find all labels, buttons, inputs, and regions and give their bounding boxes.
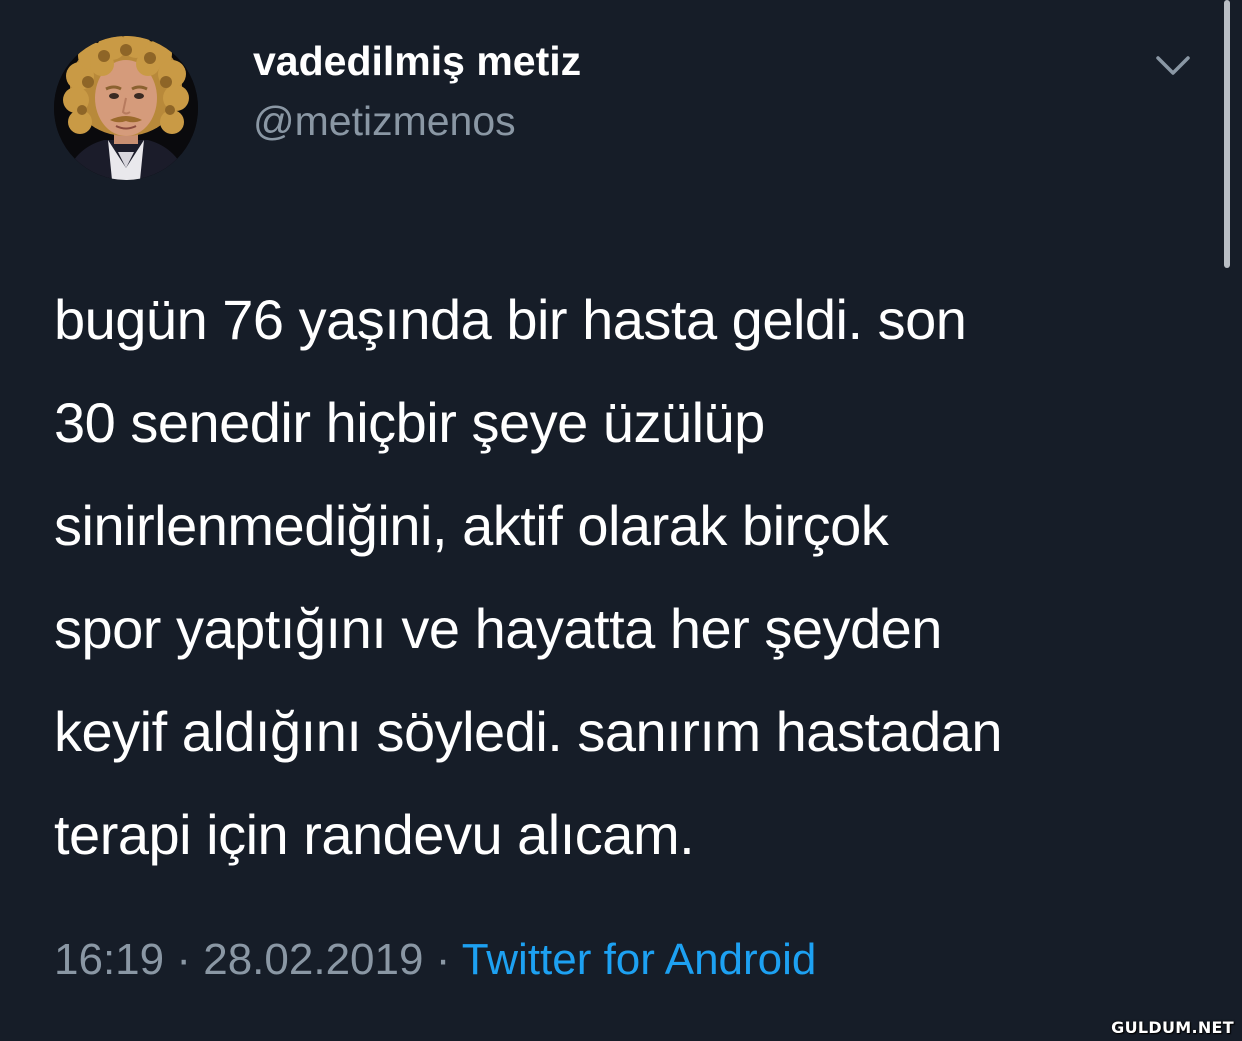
meta-separator: · <box>435 935 451 984</box>
tweet-card: vadedilmiş metiz @metizmenos bugün 76 ya… <box>0 0 1242 1041</box>
tweet-text-line: keyif aldığını söyledi. sanırım hastadan <box>54 700 1003 763</box>
tweet-text-line: terapi için randevu alıcam. <box>54 803 695 866</box>
tweet-metadata: 16:19 · 28.02.2019 · Twitter for Android <box>54 935 816 985</box>
meta-separator: · <box>176 935 191 984</box>
tweet-text-line: sinirlenmediğini, aktif olarak birçok <box>54 494 889 557</box>
user-handle[interactable]: @metizmenos <box>253 98 516 145</box>
tweet-source-link[interactable]: Twitter for Android <box>462 935 817 984</box>
avatar[interactable] <box>54 36 198 180</box>
watermark: GULDUM.NET <box>1111 1018 1234 1037</box>
display-name[interactable]: vadedilmiş metiz <box>253 38 581 85</box>
chevron-down-icon[interactable] <box>1150 50 1196 82</box>
tweet-date: 28.02.2019 <box>203 935 424 984</box>
tweet-time: 16:19 <box>54 935 165 984</box>
scrollbar[interactable] <box>1224 0 1230 268</box>
tweet-text-line: 30 senedir hiçbir şeye üzülüp <box>54 391 765 454</box>
tweet-text-line: bugün 76 yaşında bir hasta geldi. son <box>54 288 967 351</box>
avatar-photo-icon <box>54 36 198 180</box>
tweet-text: bugün 76 yaşında bir hasta geldi. son 30… <box>54 268 1214 886</box>
tweet-text-line: spor yaptığını ve hayatta her şeyden <box>54 597 942 660</box>
